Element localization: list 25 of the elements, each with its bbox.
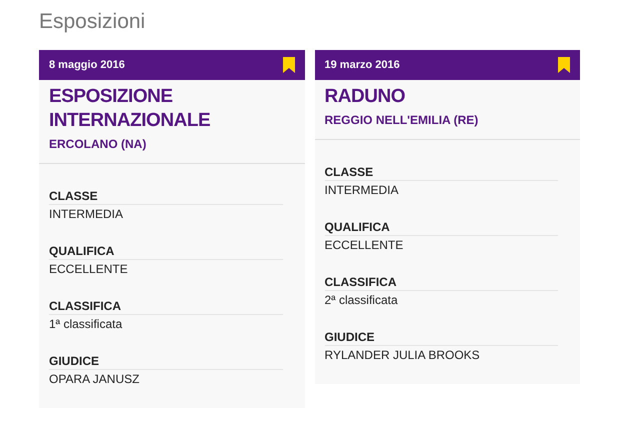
event-location: ERCOLANO (NA) bbox=[49, 136, 148, 153]
field-label: CLASSIFICA bbox=[324, 274, 558, 291]
field-value: ECCELLENTE bbox=[324, 237, 404, 254]
bookmark-icon[interactable] bbox=[282, 57, 294, 73]
field-value: 1ª classificata bbox=[49, 316, 124, 333]
field-value: INTERMEDIA bbox=[49, 206, 124, 223]
field-label: GIUDICE bbox=[49, 353, 282, 370]
field-label: CLASSIFICA bbox=[49, 298, 282, 315]
page-heading: Esposizioni bbox=[39, 9, 146, 35]
field-value: ECCELLENTE bbox=[49, 261, 129, 278]
field-label: CLASSE bbox=[49, 188, 282, 205]
event-date: 19 marzo 2016 bbox=[324, 58, 400, 73]
field-value: RYLANDER JULIA BROOKS bbox=[324, 347, 481, 364]
field-label: GIUDICE bbox=[324, 329, 558, 346]
event-title: ESPOSIZIONE INTERNAZIONALE bbox=[49, 85, 212, 133]
event-location: REGGIO NELL'EMILIA (RE) bbox=[324, 112, 480, 129]
field-label: QUALIFICA bbox=[49, 243, 282, 260]
bookmark-icon[interactable] bbox=[558, 57, 570, 73]
field-value: OPARA JANUSZ bbox=[49, 371, 140, 388]
field-label: CLASSE bbox=[324, 164, 558, 181]
field-label: QUALIFICA bbox=[324, 219, 558, 236]
field-value: 2ª classificata bbox=[324, 292, 399, 309]
event-title: RADUNO bbox=[324, 85, 406, 109]
event-date: 8 maggio 2016 bbox=[49, 58, 125, 73]
field-value: INTERMEDIA bbox=[324, 182, 400, 199]
